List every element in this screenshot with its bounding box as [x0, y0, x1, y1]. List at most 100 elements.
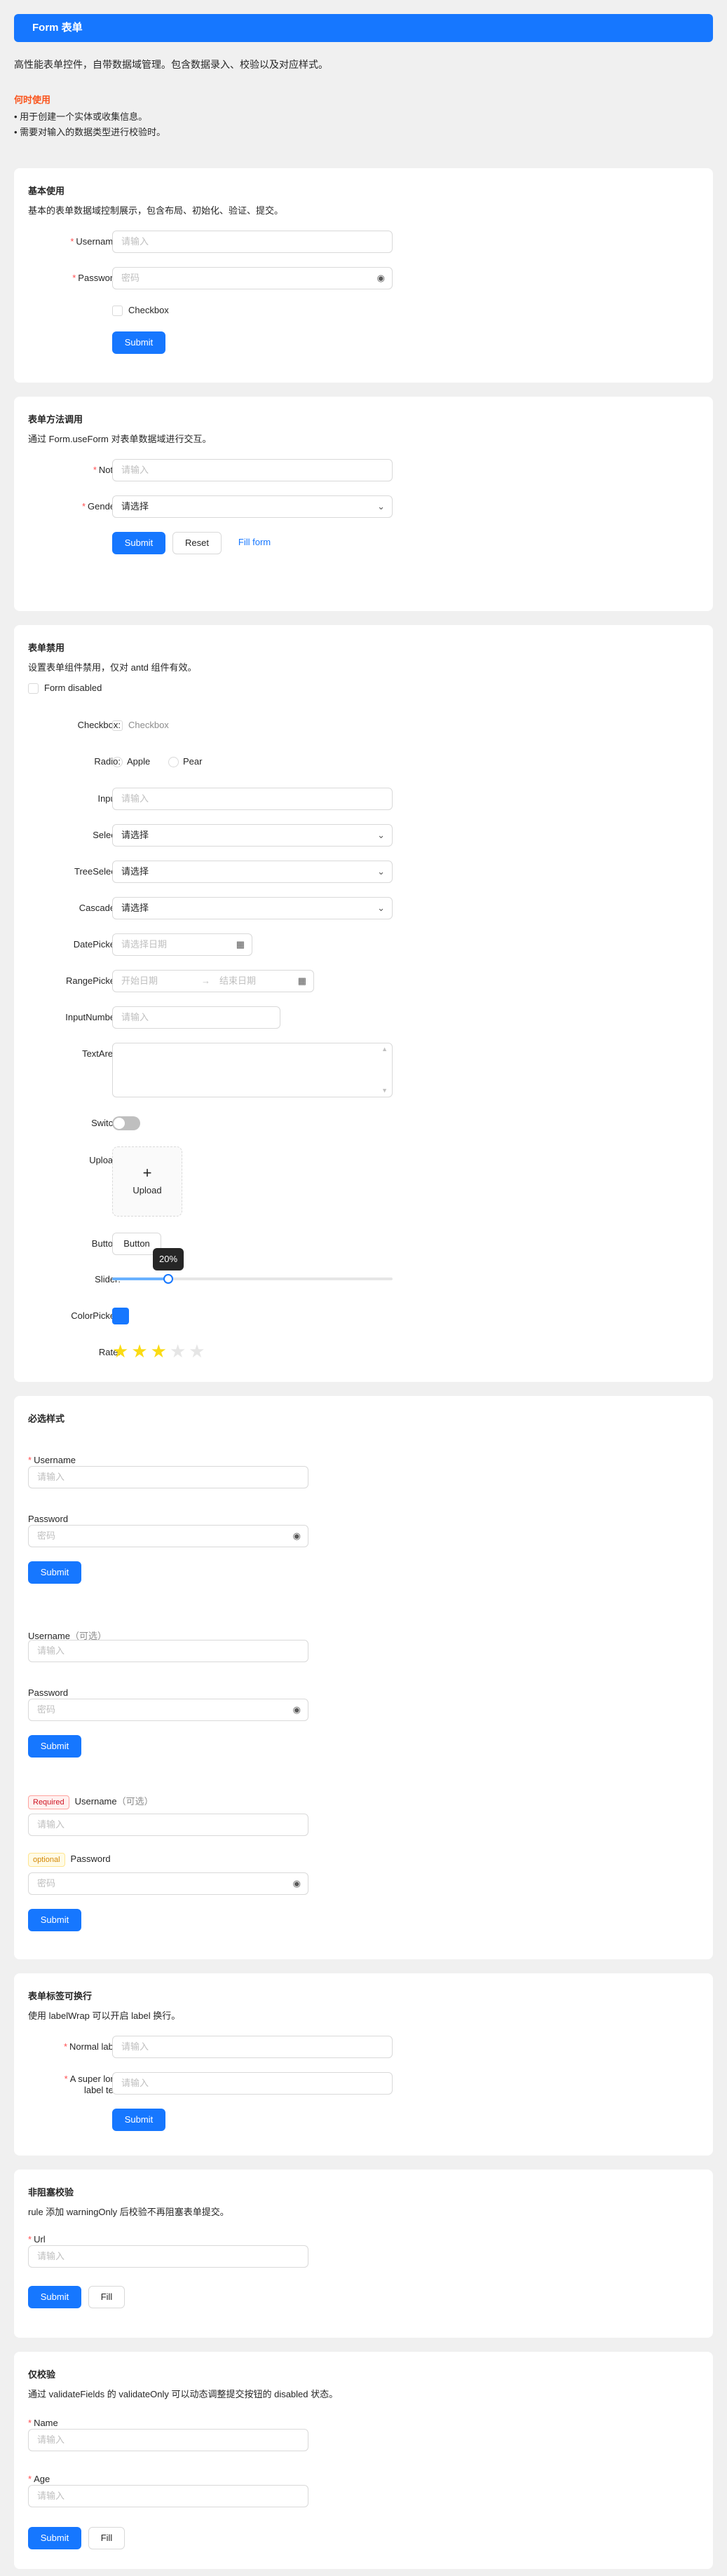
- submit-button[interactable]: Submit: [28, 2286, 81, 2308]
- eye-invisible-icon[interactable]: ◉: [293, 1873, 301, 1894]
- card-desc: 设置表单组件禁用，仅对 antd 组件有效。: [28, 662, 197, 673]
- note-label: * Note:: [93, 465, 121, 475]
- gender-select[interactable]: 请选择 ⌄: [112, 495, 393, 518]
- calendar-icon: ▦: [297, 975, 306, 986]
- chevron-down-icon: ⌄: [377, 501, 385, 512]
- radio-apple[interactable]: Apple: [112, 756, 150, 768]
- color-swatch[interactable]: [112, 1308, 129, 1324]
- submit-button[interactable]: Submit: [112, 2109, 165, 2131]
- datepicker-field[interactable]: 请选择日期 ▦: [112, 933, 252, 956]
- textarea-field[interactable]: ▲ ▼: [112, 1043, 393, 1097]
- submit-button[interactable]: Submit: [28, 2527, 81, 2549]
- note-input[interactable]: 请输入: [112, 459, 393, 481]
- card-labelwrap: 表单标签可换行 使用 labelWrap 可以开启 label 换行。 * Nor…: [14, 1973, 713, 2156]
- chevron-down-icon: ⌄: [377, 866, 385, 877]
- eye-invisible-icon[interactable]: ◉: [293, 1699, 301, 1720]
- upload-box[interactable]: + Upload: [112, 1146, 182, 1217]
- switch-toggle[interactable]: [112, 1116, 140, 1130]
- arrow-right-icon: →: [201, 975, 210, 986]
- eye-invisible-icon[interactable]: ◉: [377, 268, 385, 289]
- card-desc: rule 添加 warningOnly 后校验不再阻塞表单提交。: [28, 2207, 229, 2217]
- calendar-icon: ▦: [236, 939, 245, 950]
- password-label: optional Password: [28, 1853, 111, 1867]
- optional-tag: optional: [28, 1853, 65, 1867]
- when-item: • 需要对输入的数据类型进行校验时。: [14, 127, 166, 137]
- star-icon[interactable]: ★: [189, 1341, 208, 1362]
- card-title: 表单禁用: [28, 643, 65, 653]
- normal-input[interactable]: 请输入: [112, 2036, 393, 2058]
- password-input[interactable]: 密码 ◉: [112, 267, 393, 289]
- password-label: Password: [28, 1514, 69, 1524]
- reset-button[interactable]: Reset: [172, 532, 222, 554]
- card-desc: 通过 validateFields 的 validateOnly 可以动态调整提…: [28, 2389, 339, 2399]
- star-icon[interactable]: ★: [170, 1341, 189, 1362]
- card-method: 表单方法调用 通过 Form.useForm 对表单数据域进行交互。 * Note…: [14, 397, 713, 611]
- submit-button[interactable]: Submit: [28, 1735, 81, 1758]
- name-input[interactable]: 请输入: [28, 2429, 308, 2451]
- upload-label: Upload:: [89, 1155, 121, 1165]
- fill-form-button[interactable]: Fill form: [229, 532, 280, 554]
- disabled-checkbox[interactable]: Checkbox: [112, 720, 169, 732]
- username-label: * Username: [28, 1455, 76, 1465]
- submit-button[interactable]: Submit: [28, 1909, 81, 1931]
- submit-button[interactable]: Submit: [28, 1561, 81, 1584]
- username-label: * Username:: [70, 236, 121, 247]
- long-input[interactable]: 请输入: [112, 2072, 393, 2095]
- inputnumber-field[interactable]: 请输入: [112, 1006, 280, 1029]
- select-field[interactable]: 请选择 ⌄: [112, 824, 393, 847]
- submit-button[interactable]: Submit: [112, 532, 165, 554]
- name-label: * Name: [28, 2418, 58, 2428]
- slider-rail[interactable]: 20%: [112, 1248, 393, 1284]
- password-label: * Password:: [72, 273, 121, 283]
- password-input[interactable]: 密码 ◉: [28, 1525, 308, 1547]
- form-disabled-checkbox[interactable]: Form disabled: [28, 683, 102, 694]
- datepicker-label: DatePicker:: [73, 939, 121, 950]
- intro-text: 高性能表单控件，自带数据域管理。包含数据录入、校验以及对应样式。: [14, 59, 328, 70]
- scroll-up-icon[interactable]: ▲: [381, 1046, 388, 1053]
- username-input[interactable]: 请输入: [112, 231, 393, 253]
- rangepicker-field[interactable]: 开始日期 → 结束日期 ▦: [112, 970, 314, 992]
- eye-invisible-icon[interactable]: ◉: [293, 1526, 301, 1547]
- fill-button[interactable]: Fill: [88, 2286, 125, 2308]
- url-input[interactable]: 请输入: [28, 2245, 308, 2268]
- input-field[interactable]: 请输入: [112, 788, 393, 810]
- rate-label: Rate:: [98, 1347, 121, 1357]
- card-title: 基本使用: [28, 186, 65, 196]
- submit-button[interactable]: Submit: [112, 331, 165, 354]
- star-icon[interactable]: ★: [131, 1341, 150, 1362]
- password-input[interactable]: 密码 ◉: [28, 1699, 308, 1721]
- username-input[interactable]: 请输入: [28, 1466, 308, 1488]
- treeselect-field[interactable]: 请选择 ⌄: [112, 861, 393, 883]
- card-title: 必选样式: [28, 1413, 65, 1424]
- inputnumber-label: InputNumber:: [65, 1012, 121, 1022]
- cascader-field[interactable]: 请选择 ⌄: [112, 897, 393, 919]
- switch-label: Switch:: [91, 1118, 121, 1128]
- slider-handle[interactable]: [163, 1274, 173, 1284]
- password-input[interactable]: 密码 ◉: [28, 1872, 308, 1895]
- card-title: 非阻塞校验: [28, 2187, 74, 2198]
- url-label: * Url: [28, 2234, 46, 2245]
- remember-checkbox[interactable]: Checkbox: [112, 305, 169, 317]
- slider-label: Slider:: [95, 1274, 121, 1284]
- fill-button[interactable]: Fill: [88, 2527, 125, 2549]
- upload-text: Upload: [133, 1185, 162, 1195]
- star-icon[interactable]: ★: [112, 1341, 131, 1362]
- when-title: 何时使用: [14, 95, 51, 105]
- card-basic: 基本使用 基本的表单数据域控制展示，包含布局、初始化、验证、提交。 * Usern…: [14, 168, 713, 383]
- card-disabled: 表单禁用 设置表单组件禁用，仅对 antd 组件有效。 Form disable…: [14, 625, 713, 1382]
- colorpicker-label: ColorPicker:: [71, 1310, 121, 1321]
- cascader-label: Cascader:: [79, 903, 121, 913]
- age-label: * Age: [28, 2474, 50, 2484]
- card-desc: 通过 Form.useForm 对表单数据域进行交互。: [28, 434, 212, 444]
- radio-pear[interactable]: Pear: [168, 756, 202, 768]
- rate-stars[interactable]: ★★★★★: [112, 1341, 208, 1361]
- scroll-down-icon[interactable]: ▼: [381, 1088, 388, 1094]
- username-input[interactable]: 请输入: [28, 1814, 308, 1836]
- gender-label: * Gender:: [81, 501, 121, 512]
- page-header: Form 表单: [14, 14, 713, 42]
- when-item: • 用于创建一个实体或收集信息。: [14, 111, 148, 122]
- password-label: Password: [28, 1687, 69, 1698]
- star-icon[interactable]: ★: [151, 1341, 170, 1362]
- age-input[interactable]: 请输入: [28, 2485, 308, 2507]
- username-input[interactable]: 请输入: [28, 1640, 308, 1662]
